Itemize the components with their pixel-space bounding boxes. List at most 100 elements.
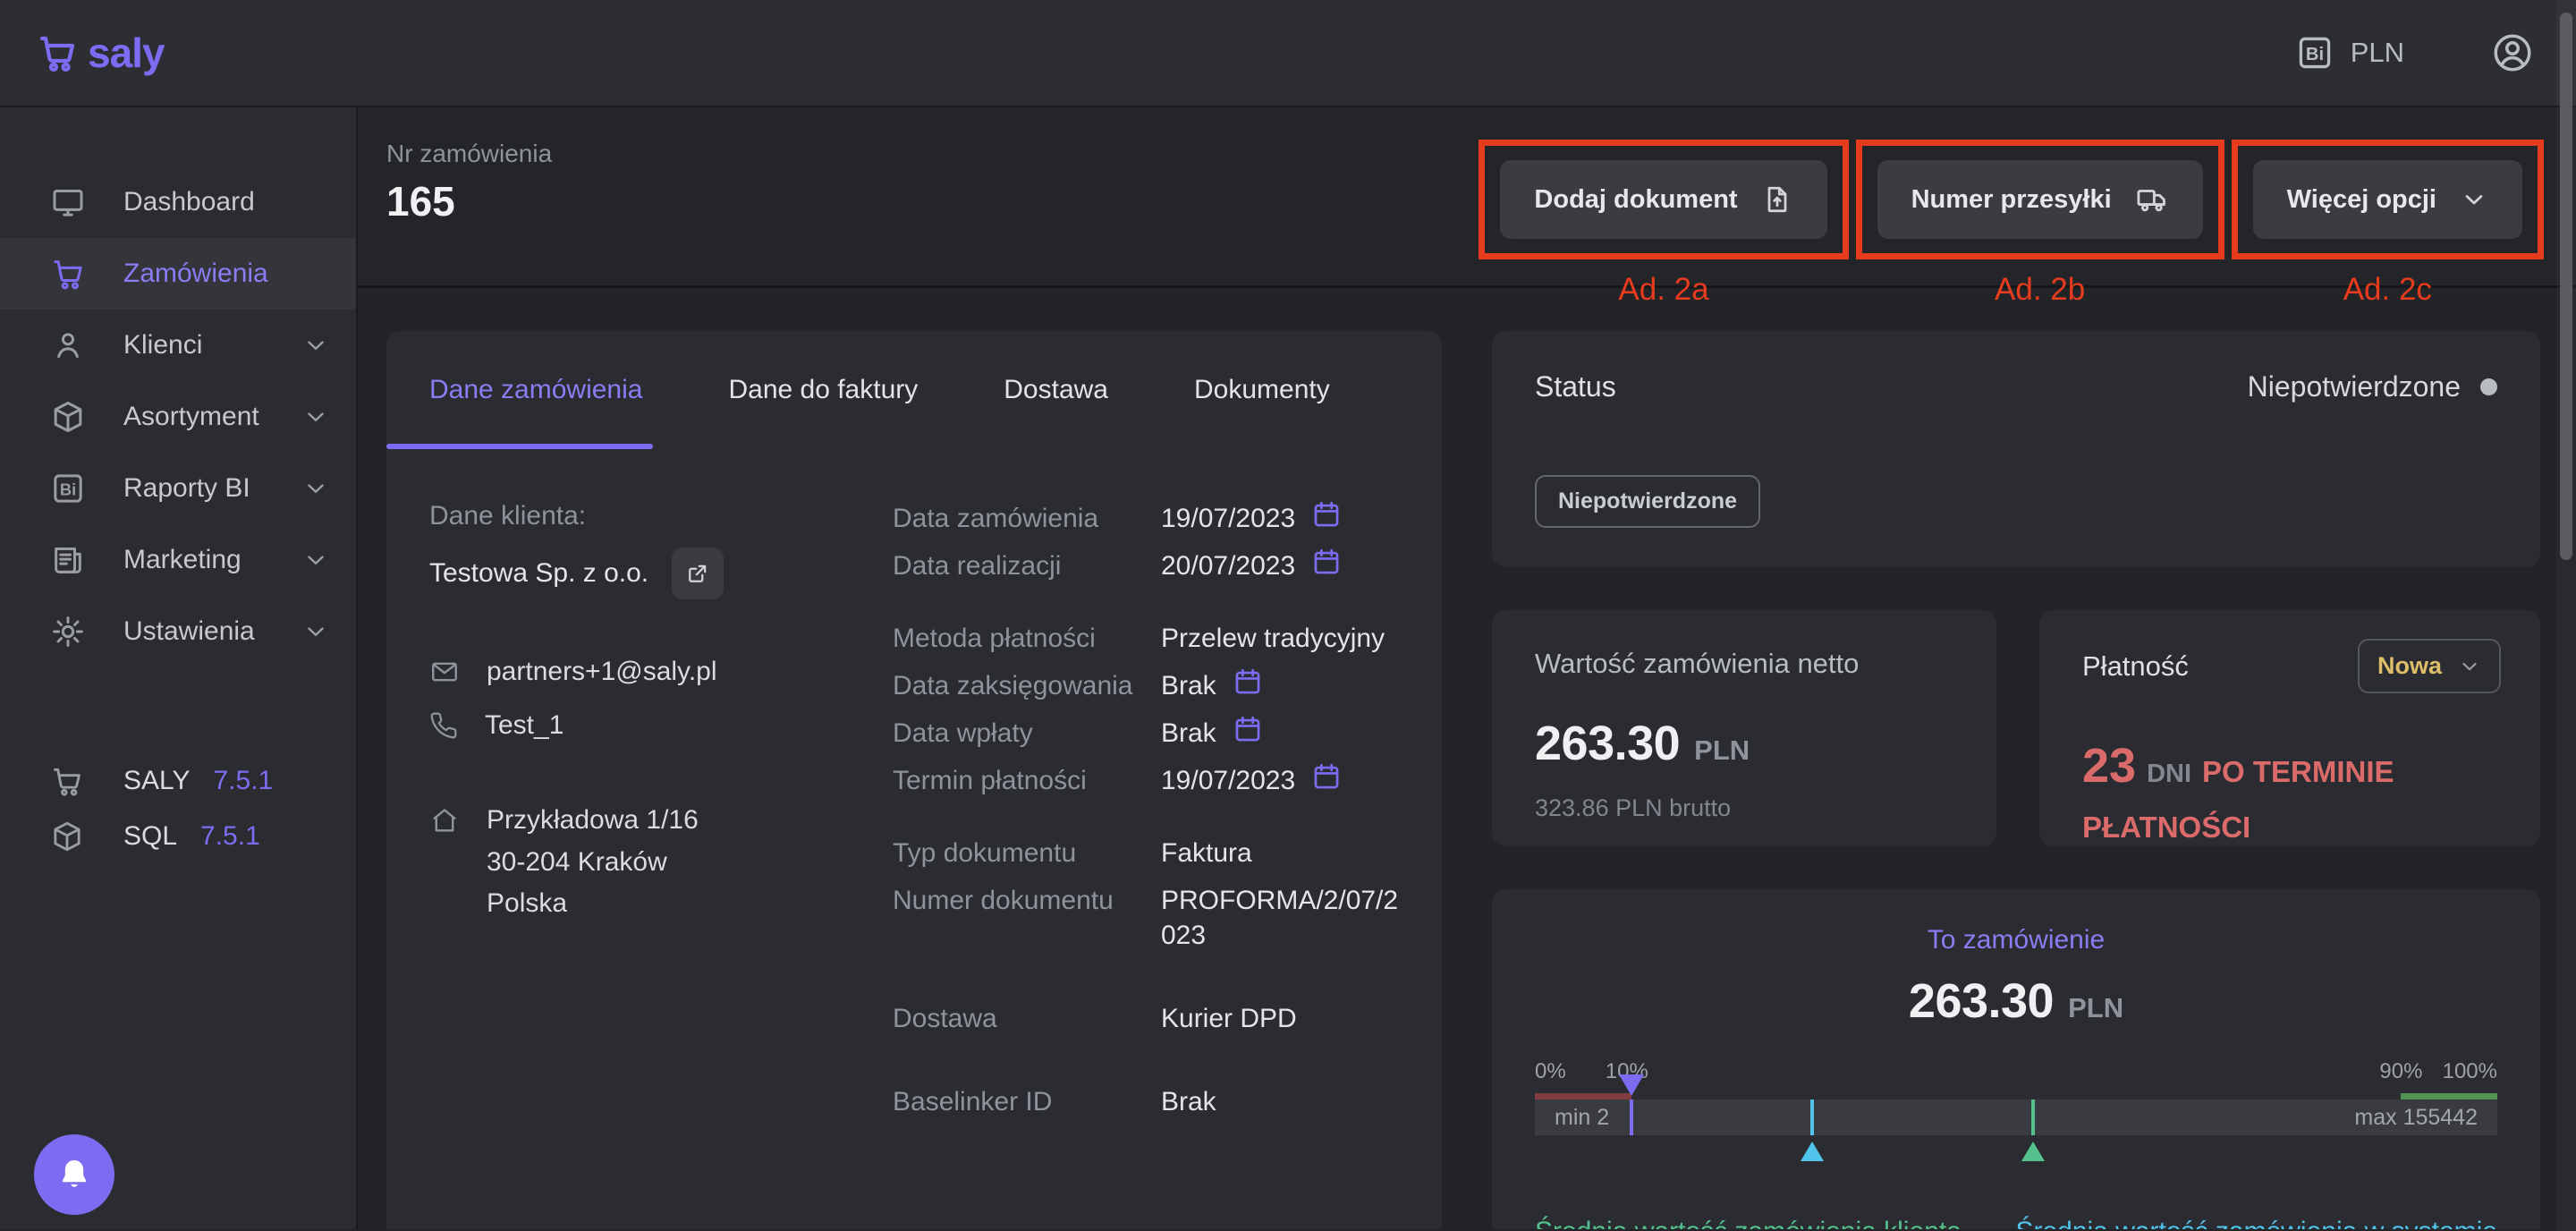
detail-label: Baselinker ID bbox=[893, 1084, 1161, 1119]
dodaj-dokument-button[interactable]: Dodaj dokument bbox=[1500, 160, 1826, 239]
sidebar-nav: Dashboard Zamówienia Klienci bbox=[0, 166, 356, 667]
sidebar-item-zamowienia[interactable]: Zamówienia bbox=[0, 238, 356, 310]
scrollbar-track bbox=[2556, 0, 2576, 1231]
sidebar-item-raporty-bi[interactable]: Bi Raporty BI bbox=[0, 453, 356, 524]
scrollbar-thumb[interactable] bbox=[2560, 13, 2572, 560]
version-info: SALY 7.5.1 SQL 7.5.1 bbox=[0, 753, 356, 864]
tab-dane-do-faktury[interactable]: Dane do faktury bbox=[717, 331, 928, 449]
button-label: Dodaj dokument bbox=[1534, 185, 1737, 215]
document-upload-icon bbox=[1761, 183, 1793, 216]
status-current-value: Niepotwierdzone bbox=[2248, 370, 2461, 403]
app-logo[interactable]: saly bbox=[36, 29, 165, 77]
client-average-stat: Średnia wartość zamówienia klienta 17 13… bbox=[1535, 1217, 1962, 1229]
detail-row: Data zamówienia 19/07/2023 bbox=[893, 501, 1399, 536]
overdue-days: 23 bbox=[2082, 739, 2136, 793]
detail-value: Brak bbox=[1161, 1084, 1216, 1119]
gross-value-note: 323.86 PLN brutto bbox=[1535, 794, 1953, 822]
net-value-currency: PLN bbox=[1694, 734, 1750, 767]
detail-row: Typ dokumentu Faktura bbox=[893, 836, 1399, 870]
tab-dane-zamowienia[interactable]: Dane zamówienia bbox=[386, 331, 653, 449]
low-decile-segment bbox=[1535, 1093, 1631, 1099]
tab-dokumenty[interactable]: Dokumenty bbox=[1183, 331, 1341, 449]
client-phone: Test_1 bbox=[485, 710, 564, 741]
detail-value: Przelew tradycyjny bbox=[1161, 621, 1385, 656]
net-value-title: Wartość zamówienia netto bbox=[1535, 648, 1953, 680]
client-average-label: Średnia wartość zamówienia klienta bbox=[1535, 1217, 1962, 1229]
version-name: SQL bbox=[123, 821, 177, 852]
payment-title: Płatność bbox=[2082, 650, 2189, 683]
email-icon bbox=[429, 657, 460, 687]
detail-value: 20/07/2023 bbox=[1161, 548, 1295, 583]
calendar-icon[interactable] bbox=[1233, 666, 1263, 697]
detail-value: 19/07/2023 bbox=[1161, 763, 1295, 798]
detail-label: Data zaksięgowania bbox=[893, 668, 1161, 703]
open-client-button[interactable] bbox=[672, 548, 724, 599]
detail-label: Data realizacji bbox=[893, 548, 1161, 583]
tab-dostawa[interactable]: Dostawa bbox=[993, 331, 1119, 449]
net-value: 263.30 bbox=[1535, 716, 1680, 771]
chevron-down-icon bbox=[302, 403, 329, 430]
order-number-label: Nr zamówienia bbox=[386, 140, 552, 168]
payment-card: Płatność Nowa 23DNIPO TERMINIE PŁATNOŚCI bbox=[2039, 610, 2540, 846]
sidebar: Dashboard Zamówienia Klienci bbox=[0, 107, 358, 1229]
cart-icon bbox=[50, 764, 89, 798]
header-actions: Dodaj dokument Ad. 2a bbox=[1479, 140, 2544, 308]
tab-label: Dokumenty bbox=[1194, 375, 1330, 405]
chevron-down-icon bbox=[302, 332, 329, 359]
calendar-icon[interactable] bbox=[1311, 761, 1342, 792]
currency-selector[interactable]: Bi PLN bbox=[2295, 33, 2404, 72]
order-attributes: Data zamówienia 19/07/2023 bbox=[893, 501, 1399, 1157]
sidebar-item-klienci[interactable]: Klienci bbox=[0, 310, 356, 381]
cart-icon bbox=[50, 256, 89, 292]
system-average-stat: Średnia wartość zamówienia w systemie 7 … bbox=[2015, 1217, 2497, 1229]
comparison-currency: PLN bbox=[2068, 992, 2123, 1024]
client-section-label: Dane klienta: bbox=[429, 501, 893, 531]
detail-label: Metoda płatności bbox=[893, 621, 1161, 656]
order-comparison-card: To zamówienie 263.30 PLN 0% 10% 90% 100% bbox=[1492, 889, 2540, 1229]
button-label: Numer przesyłki bbox=[1911, 185, 2112, 215]
client-address: Przykładowa 1/16 30-204 Kraków Polska bbox=[487, 800, 699, 925]
home-icon bbox=[429, 805, 460, 925]
cube-icon bbox=[50, 819, 89, 853]
bell-icon bbox=[55, 1156, 93, 1193]
address-line: Przykładowa 1/16 bbox=[487, 800, 699, 842]
notifications-button[interactable] bbox=[34, 1134, 114, 1215]
detail-value: Kurier DPD bbox=[1161, 1001, 1297, 1036]
sidebar-item-asortyment[interactable]: Asortyment bbox=[0, 381, 356, 453]
client-name: Testowa Sp. z o.o. bbox=[429, 558, 648, 589]
calendar-icon[interactable] bbox=[1311, 547, 1342, 577]
order-value-marker bbox=[1619, 1074, 1644, 1135]
wiecej-opcji-button[interactable]: Więcej opcji bbox=[2253, 160, 2522, 239]
calendar-icon[interactable] bbox=[1233, 714, 1263, 744]
sidebar-item-marketing[interactable]: Marketing bbox=[0, 524, 356, 596]
detail-value: Faktura bbox=[1161, 836, 1252, 870]
sidebar-item-ustawienia[interactable]: Ustawienia bbox=[0, 596, 356, 667]
bi-icon: Bi bbox=[2295, 33, 2334, 72]
calendar-icon[interactable] bbox=[1311, 499, 1342, 530]
comparison-order-value: 263.30 bbox=[1909, 973, 2054, 1029]
status-badge: Niepotwierdzone bbox=[1535, 475, 1760, 528]
chevron-down-icon bbox=[2458, 655, 2481, 678]
tab-label: Dane zamówienia bbox=[429, 375, 642, 405]
payment-status-select[interactable]: Nowa bbox=[2358, 639, 2501, 693]
sidebar-item-dashboard[interactable]: Dashboard bbox=[0, 166, 356, 238]
detail-row: Termin płatności 19/07/2023 bbox=[893, 763, 1399, 798]
detail-value: Brak bbox=[1161, 716, 1216, 751]
phone-icon bbox=[429, 711, 458, 740]
detail-label: Numer dokumentu bbox=[893, 883, 1161, 918]
cube-icon bbox=[50, 399, 89, 435]
account-button[interactable] bbox=[2490, 30, 2535, 75]
sidebar-item-label: Klienci bbox=[123, 330, 202, 361]
detail-label: Data wpłaty bbox=[893, 716, 1161, 751]
annotation-box-2b: Numer przesyłki bbox=[1856, 140, 2224, 259]
overdue-days-unit: DNI bbox=[2147, 760, 2191, 788]
system-average-label: Średnia wartość zamówienia w systemie bbox=[2015, 1217, 2497, 1229]
status-title: Status bbox=[1535, 370, 1616, 403]
address-line: 30-204 Kraków bbox=[487, 842, 699, 884]
client-email: partners+1@saly.pl bbox=[487, 657, 717, 687]
sidebar-item-label: Raporty BI bbox=[123, 473, 250, 504]
cart-logo-icon bbox=[36, 31, 79, 74]
numer-przesylki-button[interactable]: Numer przesyłki bbox=[1877, 160, 2203, 239]
tab-label: Dane do faktury bbox=[728, 375, 918, 405]
bi-icon: Bi bbox=[50, 471, 89, 506]
